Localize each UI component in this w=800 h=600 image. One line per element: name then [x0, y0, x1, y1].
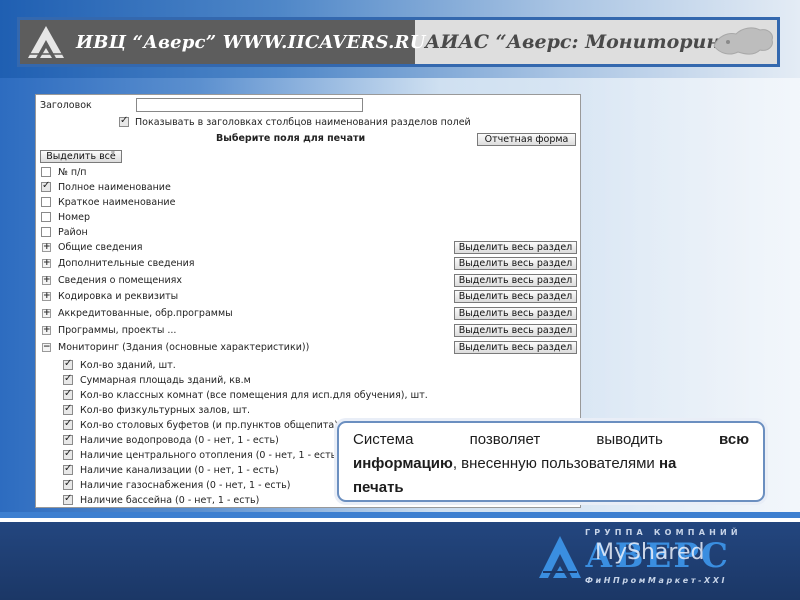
field-checkbox[interactable] — [41, 167, 51, 177]
callout-word-bold: всю — [719, 431, 749, 448]
callout-line-1: Система позволяет выводить всю — [353, 428, 749, 452]
monitoring-field-checkbox[interactable] — [63, 463, 73, 475]
expand-icon[interactable]: + — [42, 291, 51, 301]
monitoring-field-checkbox[interactable] — [63, 403, 73, 415]
russia-map-icon — [713, 27, 773, 55]
monitoring-field-label: Наличие газоснабжения (0 - нет, 1 - есть… — [80, 480, 291, 491]
field-label: Краткое наименование — [58, 197, 176, 208]
monitoring-field-checkbox[interactable] — [63, 388, 73, 400]
select-section-button[interactable]: Выделить весь раздел — [454, 290, 577, 303]
monitoring-field-checkbox[interactable] — [63, 433, 73, 445]
field-label: № п/п — [58, 167, 87, 178]
expand-icon[interactable]: + — [42, 275, 51, 285]
expand-icon[interactable]: + — [42, 325, 51, 335]
select-section-button[interactable]: Выделить весь раздел — [454, 257, 577, 270]
select-section-button[interactable]: Выделить весь раздел — [454, 241, 577, 254]
monitoring-field-label: Кол-во зданий, шт. — [80, 360, 176, 371]
field-checkbox[interactable] — [41, 212, 51, 222]
section-label[interactable]: Аккредитованные, обр.программы — [58, 308, 233, 319]
show-section-names-label: Показывать в заголовках столбцов наимено… — [135, 117, 471, 128]
avers-logo-icon — [28, 26, 64, 58]
watermark-text: MyShared — [595, 540, 705, 565]
monitoring-field-label: Наличие канализации (0 - нет, 1 - есть) — [80, 465, 279, 476]
select-section-button[interactable]: Выделить весь раздел — [454, 324, 577, 337]
callout-text: , внесенную пользователями — [452, 455, 659, 472]
monitoring-field-checkbox[interactable] — [63, 448, 73, 460]
section-label[interactable]: Сведения о помещениях — [58, 275, 182, 286]
section-label[interactable]: Кодировка и реквизиты — [58, 291, 178, 302]
callout-word: Система — [353, 431, 414, 448]
callout-bold-text: на — [658, 455, 677, 472]
select-fields-title: Выберите поля для печати — [216, 133, 366, 144]
field-label: Номер — [58, 212, 90, 223]
info-callout: Система позволяет выводить всю информаци… — [337, 421, 765, 502]
monitoring-field-label: Суммарная площадь зданий, кв.м — [80, 375, 251, 386]
monitoring-field-label: Наличие центрального отопления (0 - нет,… — [80, 450, 340, 461]
monitoring-field-checkbox[interactable] — [63, 418, 73, 430]
header-banner: ИВЦ “Аверс” WWW.IICAVERS.RU АИАС “Аверс:… — [17, 17, 780, 67]
select-section-button[interactable]: Выделить весь раздел — [454, 307, 577, 320]
banner-system-title: АИАС “Аверс: Мониторинг” — [425, 31, 742, 53]
logo-subtitle-text: ФиНПромМаркет-XXI — [585, 576, 728, 585]
field-checkbox[interactable] — [41, 227, 51, 237]
callout-line-2: информацию, внесенную пользователями на — [353, 452, 749, 476]
section-label[interactable]: Программы, проекты ... — [58, 325, 176, 336]
monitoring-field-label: Наличие бассейна (0 - нет, 1 - есть) — [80, 495, 260, 506]
header-input[interactable] — [136, 98, 363, 112]
monitoring-field-checkbox[interactable] — [63, 478, 73, 490]
report-form-button[interactable]: Отчетная форма — [477, 133, 576, 146]
monitoring-field-label: Кол-во столовых буфетов (и пр.пунктов об… — [80, 420, 362, 431]
expand-icon[interactable]: + — [42, 258, 51, 268]
monitoring-field-checkbox[interactable] — [63, 493, 73, 505]
monitoring-field-label: Наличие водопровода (0 - нет, 1 - есть) — [80, 435, 279, 446]
header-field-label: Заголовок — [40, 100, 92, 111]
section-label[interactable]: Мониторинг (Здания (основные характерист… — [58, 342, 309, 353]
monitoring-field-label: Кол-во классных комнат (все помещения дл… — [80, 390, 428, 401]
select-section-button[interactable]: Выделить весь раздел — [454, 274, 577, 287]
avers-mark-icon — [539, 536, 581, 578]
show-section-names-checkbox[interactable] — [119, 115, 129, 127]
select-all-button[interactable]: Выделить всё — [40, 150, 122, 163]
banner-dark-section: ИВЦ “Аверс” WWW.IICAVERS.RU — [20, 20, 425, 64]
select-section-button[interactable]: Выделить весь раздел — [454, 341, 577, 354]
section-label[interactable]: Дополнительные сведения — [58, 258, 195, 269]
banner-org-text: ИВЦ “Аверс” WWW.IICAVERS.RU — [76, 32, 426, 53]
monitoring-field-checkbox[interactable] — [63, 373, 73, 385]
field-label: Полное наименование — [58, 182, 171, 193]
monitoring-field-checkbox[interactable] — [63, 358, 73, 370]
callout-bold-text: печать — [353, 479, 404, 496]
callout-bold-text: информацию — [353, 455, 453, 472]
expand-icon[interactable]: + — [42, 308, 51, 318]
section-label[interactable]: Общие сведения — [58, 242, 143, 253]
callout-word: выводить — [596, 431, 663, 448]
collapse-icon[interactable]: − — [42, 342, 51, 352]
field-label: Район — [58, 227, 88, 238]
monitoring-field-label: Кол-во физкультурных залов, шт. — [80, 405, 251, 416]
field-checkbox[interactable] — [41, 180, 51, 192]
expand-icon[interactable]: + — [42, 242, 51, 252]
callout-line-3: печать — [353, 476, 749, 500]
field-checkbox[interactable] — [41, 197, 51, 207]
callout-word: позволяет — [469, 431, 541, 448]
